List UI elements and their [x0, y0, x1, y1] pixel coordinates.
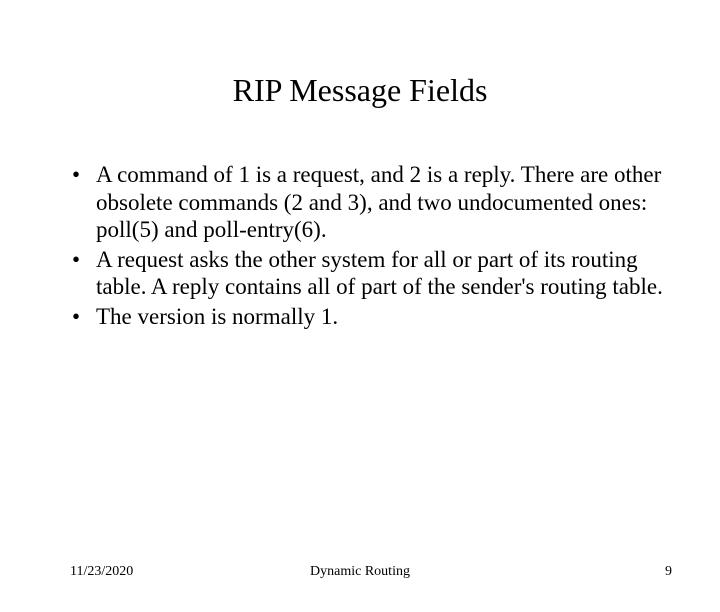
- slide-body: A command of 1 is a request, and 2 is a …: [70, 161, 664, 331]
- bullet-list: A command of 1 is a request, and 2 is a …: [70, 161, 664, 331]
- footer-center: Dynamic Routing: [0, 564, 720, 580]
- slide: RIP Message Fields A command of 1 is a r…: [0, 72, 720, 612]
- slide-title: RIP Message Fields: [0, 72, 720, 109]
- list-item: The version is normally 1.: [70, 303, 664, 331]
- footer-page-number: 9: [665, 564, 672, 580]
- list-item: A command of 1 is a request, and 2 is a …: [70, 161, 664, 244]
- list-item: A request asks the other system for all …: [70, 246, 664, 301]
